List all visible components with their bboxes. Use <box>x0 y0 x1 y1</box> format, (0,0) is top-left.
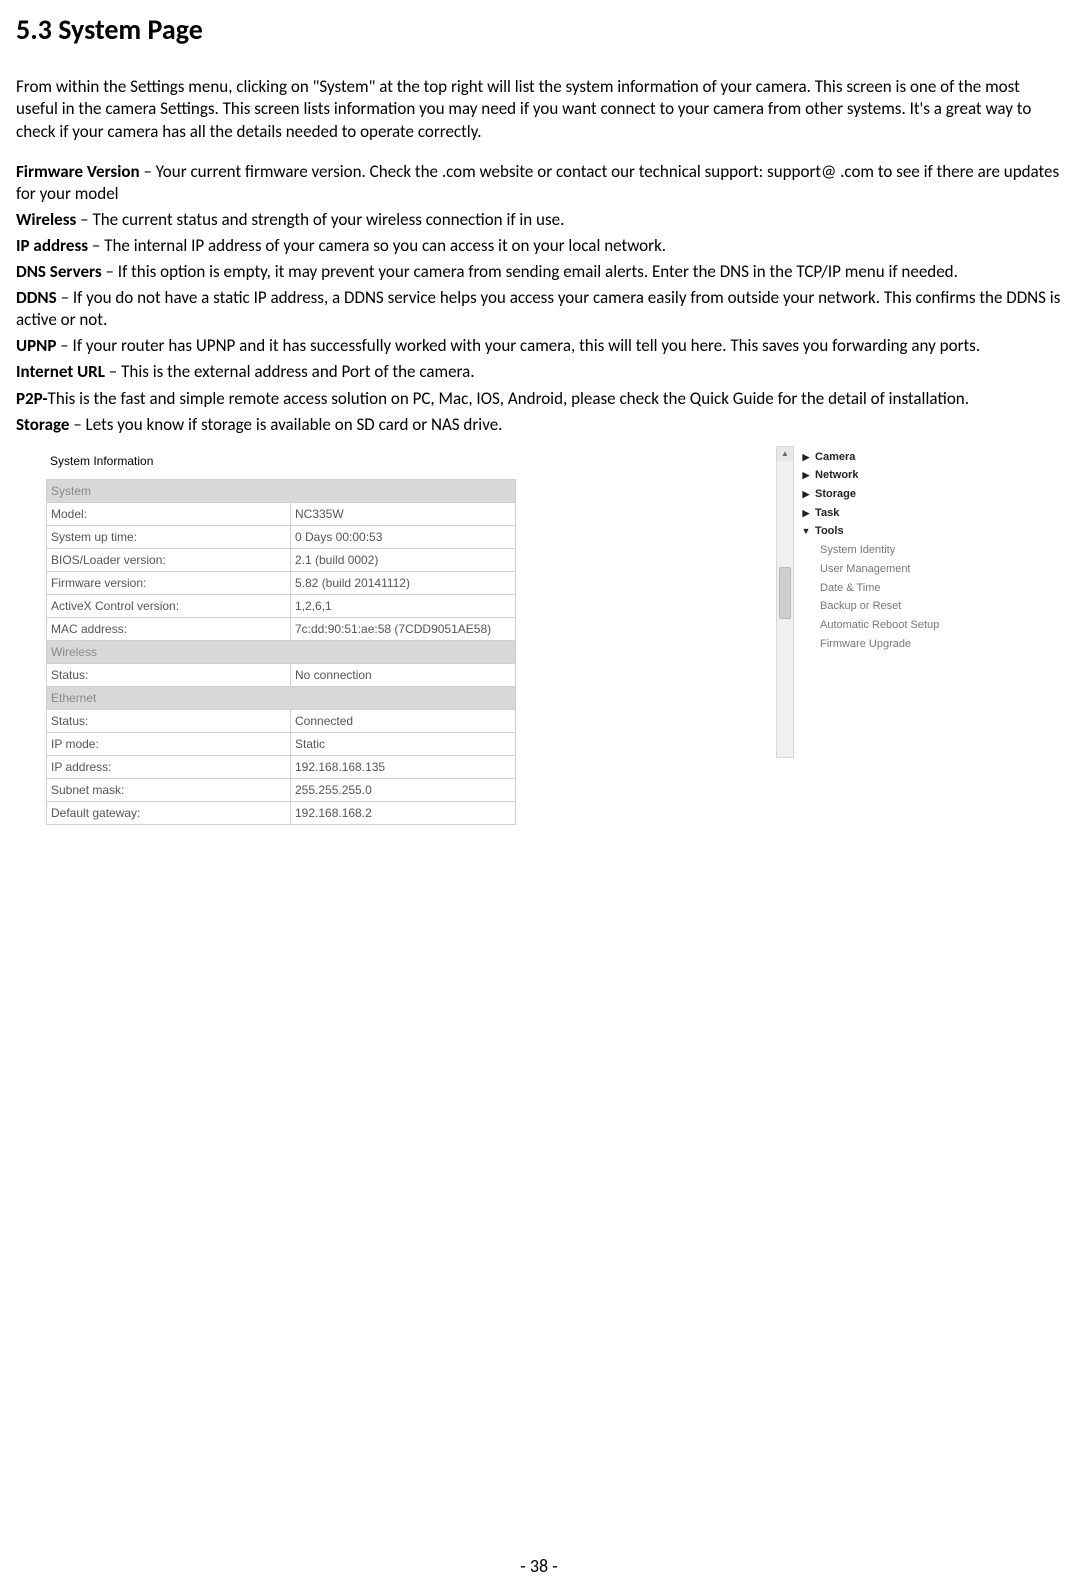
row-label: IP mode: <box>47 733 291 756</box>
nav-top-item[interactable]: ▶ Storage <box>800 485 939 504</box>
table-row: Status:No connection <box>47 664 516 687</box>
row-label: System up time: <box>47 526 291 549</box>
definition-item: Storage – Lets you know if storage is av… <box>16 414 1062 436</box>
nav-sub-item[interactable]: Automatic Reboot Setup <box>800 616 939 635</box>
table-row: Firmware version:5.82 (build 20141112) <box>47 572 516 595</box>
table-row: IP address:192.168.168.135 <box>47 756 516 779</box>
definition-term: P2P- <box>16 388 48 409</box>
row-label: Firmware version: <box>47 572 291 595</box>
row-value: 192.168.168.2 <box>291 802 516 825</box>
table-row: Subnet mask:255.255.255.0 <box>47 779 516 802</box>
definition-item: Firmware Version – Your current firmware… <box>16 161 1062 205</box>
section-heading: 5.3 System Page <box>16 12 1062 48</box>
caret-icon: ▶ <box>800 468 812 483</box>
table-row: IP mode:Static <box>47 733 516 756</box>
definitions-block: Firmware Version – Your current firmware… <box>16 161 1062 436</box>
row-label: Default gateway: <box>47 802 291 825</box>
definition-item: UPNP – If your router has UPNP and it ha… <box>16 335 1062 357</box>
nav-sub-item[interactable]: Firmware Upgrade <box>800 635 939 654</box>
table-row: System up time:0 Days 00:00:53 <box>47 526 516 549</box>
definition-item: Wireless – The current status and streng… <box>16 209 1062 231</box>
scrollbar[interactable]: ▲ <box>776 446 794 758</box>
definition-item: Internet URL – This is the external addr… <box>16 361 1062 383</box>
definition-term: Firmware Version <box>16 161 140 182</box>
table-row: BIOS/Loader version:2.1 (build 0002) <box>47 549 516 572</box>
nav-top-item[interactable]: ▶ Task <box>800 504 939 523</box>
table-row: ActiveX Control version:1,2,6,1 <box>47 595 516 618</box>
row-value: 5.82 (build 20141112) <box>291 572 516 595</box>
system-information-panel: System Information SystemModel:NC335WSys… <box>46 446 516 826</box>
intro-paragraph: From within the Settings menu, clicking … <box>16 76 1062 142</box>
definition-item: P2P-This is the fast and simple remote a… <box>16 388 1062 410</box>
caret-icon: ▶ <box>800 506 812 521</box>
definition-term: Internet URL <box>16 361 105 382</box>
definition-item: DDNS – If you do not have a static IP ad… <box>16 287 1062 331</box>
row-value: Connected <box>291 710 516 733</box>
table-section-header: Ethernet <box>47 687 516 710</box>
settings-nav-panel: ▲ ▶ Camera▶ Network▶ Storage▶ Task▼ Tool… <box>776 446 939 758</box>
row-label: Model: <box>47 503 291 526</box>
caret-icon: ▶ <box>800 450 812 465</box>
row-value: 1,2,6,1 <box>291 595 516 618</box>
row-value: 192.168.168.135 <box>291 756 516 779</box>
nav-top-item[interactable]: ▼ Tools <box>800 522 939 541</box>
nav-sub-item[interactable]: Backup or Reset <box>800 597 939 616</box>
nav-list: ▶ Camera▶ Network▶ Storage▶ Task▼ ToolsS… <box>800 446 939 654</box>
row-value: NC335W <box>291 503 516 526</box>
page-number: - 38 - <box>0 1555 1078 1578</box>
row-value: No connection <box>291 664 516 687</box>
row-value: 2.1 (build 0002) <box>291 549 516 572</box>
row-label: MAC address: <box>47 618 291 641</box>
nav-sub-item[interactable]: System Identity <box>800 541 939 560</box>
nav-sub-item[interactable]: Date & Time <box>800 579 939 598</box>
row-value: Static <box>291 733 516 756</box>
row-label: Status: <box>47 710 291 733</box>
definition-term: UPNP <box>16 335 56 356</box>
row-value: 0 Days 00:00:53 <box>291 526 516 549</box>
caret-icon: ▼ <box>800 524 812 539</box>
caret-icon: ▶ <box>800 487 812 502</box>
table-section-header: Wireless <box>47 641 516 664</box>
scroll-thumb[interactable] <box>779 567 791 619</box>
row-value: 255.255.255.0 <box>291 779 516 802</box>
definition-term: DNS Servers <box>16 261 102 282</box>
scroll-up-arrow[interactable]: ▲ <box>777 447 793 461</box>
table-row: Status:Connected <box>47 710 516 733</box>
nav-sub-item[interactable]: User Management <box>800 560 939 579</box>
system-information-title: System Information <box>50 454 516 470</box>
table-row: MAC address:7c:dd:90:51:ae:58 (7CDD9051A… <box>47 618 516 641</box>
row-label: Status: <box>47 664 291 687</box>
definition-term: Wireless <box>16 209 76 230</box>
definition-item: IP address – The internal IP address of … <box>16 235 1062 257</box>
table-section-header: System <box>47 480 516 503</box>
system-info-table: SystemModel:NC335WSystem up time:0 Days … <box>46 479 516 825</box>
table-row: Model:NC335W <box>47 503 516 526</box>
table-row: Default gateway:192.168.168.2 <box>47 802 516 825</box>
row-value: 7c:dd:90:51:ae:58 (7CDD9051AE58) <box>291 618 516 641</box>
nav-top-item[interactable]: ▶ Camera <box>800 448 939 467</box>
screenshot-region: System Information SystemModel:NC335WSys… <box>16 446 1062 826</box>
definition-term: DDNS <box>16 287 57 308</box>
definition-term: Storage <box>16 414 69 435</box>
row-label: IP address: <box>47 756 291 779</box>
nav-top-item[interactable]: ▶ Network <box>800 466 939 485</box>
definition-item: DNS Servers – If this option is empty, i… <box>16 261 1062 283</box>
definition-term: IP address <box>16 235 88 256</box>
row-label: Subnet mask: <box>47 779 291 802</box>
row-label: BIOS/Loader version: <box>47 549 291 572</box>
row-label: ActiveX Control version: <box>47 595 291 618</box>
